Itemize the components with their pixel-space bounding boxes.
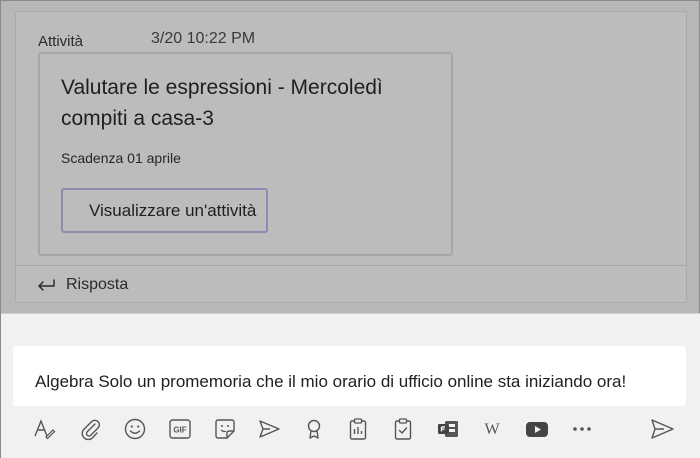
reply-icon — [38, 279, 55, 291]
send-icon — [651, 419, 674, 439]
assignment-due-date: Scadenza 01 aprile — [61, 150, 181, 166]
gif-text: GIF — [173, 426, 186, 435]
assignment-title: Valutare le espressioni - Mercoledì comp… — [61, 76, 383, 130]
assignments-button[interactable] — [388, 414, 418, 444]
assignments-icon — [394, 418, 412, 440]
compose-message-text: Algebra Solo un promemoria che il mio or… — [35, 372, 627, 391]
praise-button[interactable] — [299, 414, 329, 444]
clipboard-icon — [349, 418, 367, 440]
wikipedia-icon: W — [484, 421, 500, 438]
forms-icon — [438, 421, 458, 437]
meet-now-button[interactable] — [254, 414, 284, 444]
youtube-icon — [526, 422, 548, 437]
attach-icon — [81, 419, 101, 441]
wikipedia-button[interactable]: W — [477, 414, 507, 444]
sticker-icon — [215, 419, 235, 439]
app-frame: Attività 3/20 10:22 PM Valutare le espre… — [0, 0, 700, 458]
praise-icon — [307, 419, 321, 439]
format-button[interactable] — [29, 414, 59, 444]
reply-button[interactable]: Risposta — [36, 274, 128, 296]
compose-toolbar: GIF W — [27, 414, 687, 446]
post-card: Attività 3/20 10:22 PM Valutare le espre… — [15, 11, 687, 303]
format-icon — [34, 419, 56, 440]
divider — [16, 265, 686, 266]
post-author: Attività — [38, 33, 84, 50]
compose-box[interactable]: Algebra Solo un promemoria che il mio or… — [13, 346, 686, 406]
more-icon — [573, 427, 591, 431]
youtube-button[interactable] — [522, 414, 552, 444]
send-button[interactable] — [647, 414, 677, 444]
compose-area: Algebra Solo un promemoria che il mio or… — [1, 313, 700, 458]
wikipedia-text: W — [484, 421, 500, 438]
clipboard-button[interactable] — [343, 414, 373, 444]
sticker-button[interactable] — [210, 414, 240, 444]
emoji-icon — [124, 418, 146, 440]
post-timestamp: 3/20 10:22 PM — [151, 30, 256, 47]
post-header: Attività 3/20 10:22 PM — [38, 30, 666, 52]
emoji-button[interactable] — [120, 414, 150, 444]
assignment-card: Valutare le espressioni - Mercoledì comp… — [38, 52, 453, 256]
meet-icon — [259, 420, 280, 438]
reply-label: Risposta — [66, 276, 129, 293]
forms-button[interactable] — [433, 414, 463, 444]
gif-icon: GIF — [169, 419, 191, 439]
view-assignment-button[interactable]: Visualizzare un'attività — [61, 188, 268, 233]
more-options-button[interactable] — [567, 414, 597, 444]
attach-button[interactable] — [76, 414, 106, 444]
gif-button[interactable]: GIF — [165, 414, 195, 444]
